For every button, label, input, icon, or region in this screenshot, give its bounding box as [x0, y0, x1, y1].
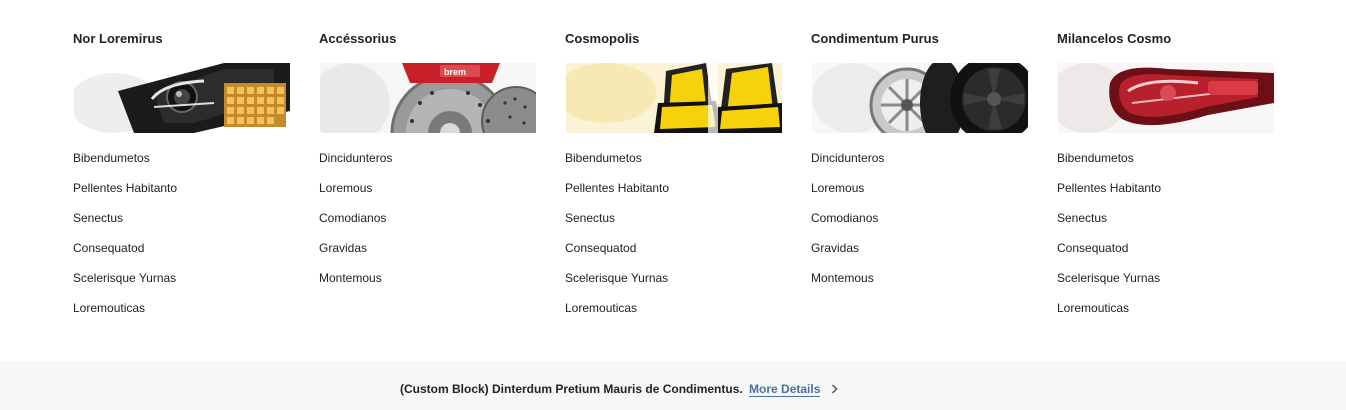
- menu-link[interactable]: Consequatod: [73, 240, 177, 270]
- racing-seats-image[interactable]: [566, 63, 782, 133]
- column-links: Bibendumetos Pellentes Habitanto Senectu…: [1057, 150, 1161, 330]
- custom-block-footer: (Custom Block) Dinterdum Pretium Mauris …: [0, 361, 1346, 410]
- menu-link[interactable]: Montemous: [319, 270, 392, 300]
- more-details-link[interactable]: More Details: [749, 382, 821, 397]
- menu-link[interactable]: Loremouticas: [73, 300, 177, 330]
- menu-link[interactable]: Loremous: [811, 180, 884, 210]
- menu-link[interactable]: Dincidunteros: [811, 150, 884, 180]
- menu-link[interactable]: Consequatod: [565, 240, 669, 270]
- column-title[interactable]: Cosmopolis: [565, 31, 639, 46]
- menu-link[interactable]: Scelerisque Yurnas: [565, 270, 669, 300]
- column-links: Dincidunteros Loremous Comodianos Gravid…: [811, 150, 884, 300]
- menu-link[interactable]: Loremous: [319, 180, 392, 210]
- chevron-right-icon[interactable]: [831, 382, 838, 398]
- column-links: Bibendumetos Pellentes Habitanto Senectu…: [73, 150, 177, 330]
- menu-link[interactable]: Bibendumetos: [565, 150, 669, 180]
- headlight-image[interactable]: [74, 63, 290, 133]
- column-title[interactable]: Nor Loremirus: [73, 31, 163, 46]
- menu-link[interactable]: Senectus: [565, 210, 669, 240]
- column-links: Bibendumetos Pellentes Habitanto Senectu…: [565, 150, 669, 330]
- menu-link[interactable]: Pellentes Habitanto: [73, 180, 177, 210]
- menu-link[interactable]: Bibendumetos: [1057, 150, 1161, 180]
- menu-link[interactable]: Pellentes Habitanto: [565, 180, 669, 210]
- menu-link[interactable]: Scelerisque Yurnas: [73, 270, 177, 300]
- menu-link[interactable]: Comodianos: [319, 210, 392, 240]
- menu-link[interactable]: Comodianos: [811, 210, 884, 240]
- menu-link[interactable]: Senectus: [1057, 210, 1161, 240]
- menu-link[interactable]: Consequatod: [1057, 240, 1161, 270]
- menu-link[interactable]: Pellentes Habitanto: [1057, 180, 1161, 210]
- menu-link[interactable]: Gravidas: [319, 240, 392, 270]
- menu-link[interactable]: Scelerisque Yurnas: [1057, 270, 1161, 300]
- footer-text: (Custom Block) Dinterdum Pretium Mauris …: [400, 382, 743, 396]
- wheels-image[interactable]: [812, 63, 1028, 133]
- menu-link[interactable]: Bibendumetos: [73, 150, 177, 180]
- column-title[interactable]: Condimentum Purus: [811, 31, 939, 46]
- menu-link[interactable]: Loremouticas: [565, 300, 669, 330]
- menu-link[interactable]: Montemous: [811, 270, 884, 300]
- footer-message: (Custom Block) Dinterdum Pretium Mauris …: [400, 381, 838, 398]
- menu-link[interactable]: Gravidas: [811, 240, 884, 270]
- brake-brand-text: brem: [444, 67, 466, 77]
- tail-light-image[interactable]: [1058, 63, 1274, 133]
- column-title[interactable]: Accéssorius: [319, 31, 396, 46]
- column-title[interactable]: Milancelos Cosmo: [1057, 31, 1171, 46]
- menu-link[interactable]: Senectus: [73, 210, 177, 240]
- menu-link[interactable]: Loremouticas: [1057, 300, 1161, 330]
- column-links: Dincidunteros Loremous Comodianos Gravid…: [319, 150, 392, 300]
- menu-link[interactable]: Dincidunteros: [319, 150, 392, 180]
- mega-menu: Nor Loremirus Bibendumetos Pellentes Hab…: [0, 0, 1346, 361]
- brake-rotor-image[interactable]: brem: [320, 63, 536, 133]
